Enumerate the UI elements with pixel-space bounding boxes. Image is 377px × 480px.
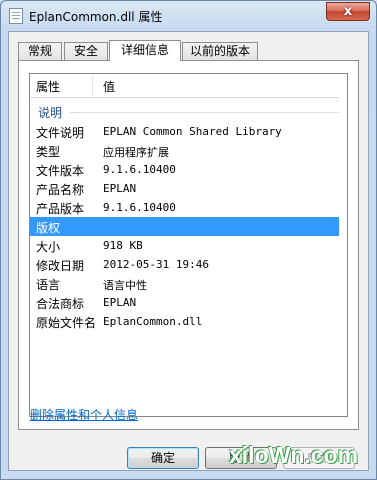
property-name: 语言	[36, 278, 61, 292]
property-value: 9.1.6.10400	[103, 163, 176, 176]
list-item[interactable]: 文件版本 9.1.6.10400	[30, 160, 339, 179]
property-list[interactable]: 属性 值 说明 文件说明 EPLAN Common Shared Library …	[29, 73, 348, 417]
tab-security[interactable]: 安全	[64, 42, 108, 60]
property-name: 文件版本	[36, 164, 85, 178]
list-item[interactable]: 产品名称 EPLAN	[30, 179, 339, 198]
tab-previous-versions[interactable]: 以前的版本	[182, 42, 258, 60]
list-header: 属性 值	[30, 74, 347, 98]
tab-general[interactable]: 常规	[18, 42, 62, 60]
column-header-value[interactable]: 值	[103, 78, 115, 95]
property-name: 版权	[36, 221, 61, 235]
file-icon	[9, 8, 23, 24]
property-value: EPLAN	[103, 296, 137, 309]
property-name: 产品名称	[36, 183, 85, 197]
property-name: 产品版本	[36, 202, 85, 216]
list-item[interactable]: 大小 918 KB	[30, 236, 339, 255]
property-name: 文件说明	[36, 126, 85, 140]
property-name: 修改日期	[36, 259, 85, 273]
column-header-property[interactable]: 属性	[36, 78, 60, 95]
property-value: 2012-05-31 19:46	[103, 258, 209, 271]
scrollbar[interactable]	[339, 97, 347, 416]
property-value: 9.1.6.10400	[103, 201, 176, 214]
property-value: 应用程序扩展	[103, 146, 169, 159]
property-value: EPLAN Common Shared Library	[103, 125, 282, 138]
properties-window: EplanCommon.dll 属性 x 常规 安全 详细信息 以前的版本 属性…	[0, 0, 377, 480]
close-icon: x	[343, 4, 353, 19]
ok-button[interactable]: 确定	[127, 447, 199, 469]
list-item[interactable]: 修改日期 2012-05-31 19:46	[30, 255, 339, 274]
remove-properties-link[interactable]: 删除属性和个人信息	[30, 406, 138, 423]
list-item[interactable]: 类型 应用程序扩展	[30, 141, 339, 160]
property-value: 918 KB	[103, 239, 143, 252]
window-title: EplanCommon.dll 属性	[29, 10, 163, 24]
dialog-body: 常规 安全 详细信息 以前的版本 属性 值 说明 文件说明 EPLAN Commo…	[8, 31, 369, 471]
list-item-selected[interactable]: 版权	[30, 217, 339, 236]
details-panel: 属性 值 说明 文件说明 EPLAN Common Shared Library …	[18, 60, 359, 430]
group-divider	[70, 112, 340, 113]
property-name: 原始文件名	[36, 316, 97, 330]
property-value: EplanCommon.dll	[103, 315, 203, 328]
close-button[interactable]: x	[326, 2, 370, 21]
list-item[interactable]: 原始文件名 EplanCommon.dll	[30, 312, 339, 331]
title-bar[interactable]: EplanCommon.dll 属性 x	[1, 1, 376, 31]
column-divider[interactable]	[92, 76, 93, 95]
property-value: EPLAN	[103, 182, 137, 195]
property-name: 类型	[36, 145, 61, 159]
list-item[interactable]: 文件说明 EPLAN Common Shared Library	[30, 122, 339, 141]
list-item[interactable]: 产品版本 9.1.6.10400	[30, 198, 339, 217]
list-item[interactable]: 语言 语言中性	[30, 274, 339, 293]
tab-details[interactable]: 详细信息	[109, 40, 181, 61]
property-name: 合法商标	[36, 297, 85, 311]
watermark-logo: xiloWn.com	[229, 442, 359, 468]
property-value: 语言中性	[103, 279, 147, 292]
property-name: 大小	[36, 240, 61, 254]
list-item[interactable]: 合法商标 EPLAN	[30, 293, 339, 312]
group-label-description: 说明	[38, 106, 63, 120]
